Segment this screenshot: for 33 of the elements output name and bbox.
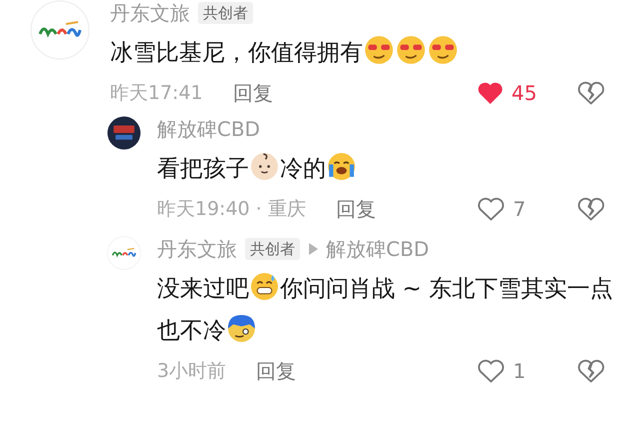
- smug-face-icon: [364, 35, 394, 65]
- like-button[interactable]: 7: [477, 194, 537, 224]
- like-button[interactable]: 1: [477, 356, 537, 386]
- author-name[interactable]: 丹东文旅: [110, 0, 190, 28]
- broken-heart-icon[interactable]: [577, 358, 605, 384]
- grinning-sweat-face-icon: [250, 272, 279, 301]
- crying-face-icon: [327, 152, 356, 181]
- comment-time: 昨天17:41: [110, 80, 203, 106]
- author-name[interactable]: 解放碑CBD: [157, 114, 260, 144]
- comment-text: 看把孩子 冷的: [157, 148, 638, 190]
- co-creator-tag: 共创者: [245, 238, 300, 260]
- reply-target-name[interactable]: 解放碑CBD: [326, 234, 430, 264]
- comment-time: 3小时前: [157, 358, 226, 384]
- comment-time: 昨天19:40 · 重庆: [157, 196, 306, 222]
- freezing-face-icon: [227, 314, 256, 343]
- reply-link[interactable]: 回复: [336, 194, 376, 224]
- broken-heart-icon[interactable]: [577, 80, 605, 106]
- author-name[interactable]: 丹东文旅: [157, 234, 237, 264]
- reply-link[interactable]: 回复: [232, 78, 273, 108]
- like-button[interactable]: 45: [477, 78, 537, 108]
- heart-outline-icon: [477, 358, 505, 384]
- comment-text: 冰雪比基尼，你值得拥有: [110, 32, 638, 74]
- smug-face-icon: [396, 35, 426, 65]
- avatar[interactable]: [107, 116, 141, 150]
- reply-link[interactable]: 回复: [256, 356, 296, 386]
- triangle-icon: [308, 243, 318, 255]
- co-creator-tag: 共创者: [198, 2, 253, 24]
- comment-text: 没来过吧 你问问肖战 ~ 东北下雪其实一点也不冷: [157, 268, 638, 352]
- heart-icon: [477, 80, 504, 106]
- baby-face-icon: [250, 152, 279, 181]
- heart-outline-icon: [477, 196, 505, 222]
- smug-face-icon: [428, 35, 458, 65]
- broken-heart-icon[interactable]: [577, 196, 605, 222]
